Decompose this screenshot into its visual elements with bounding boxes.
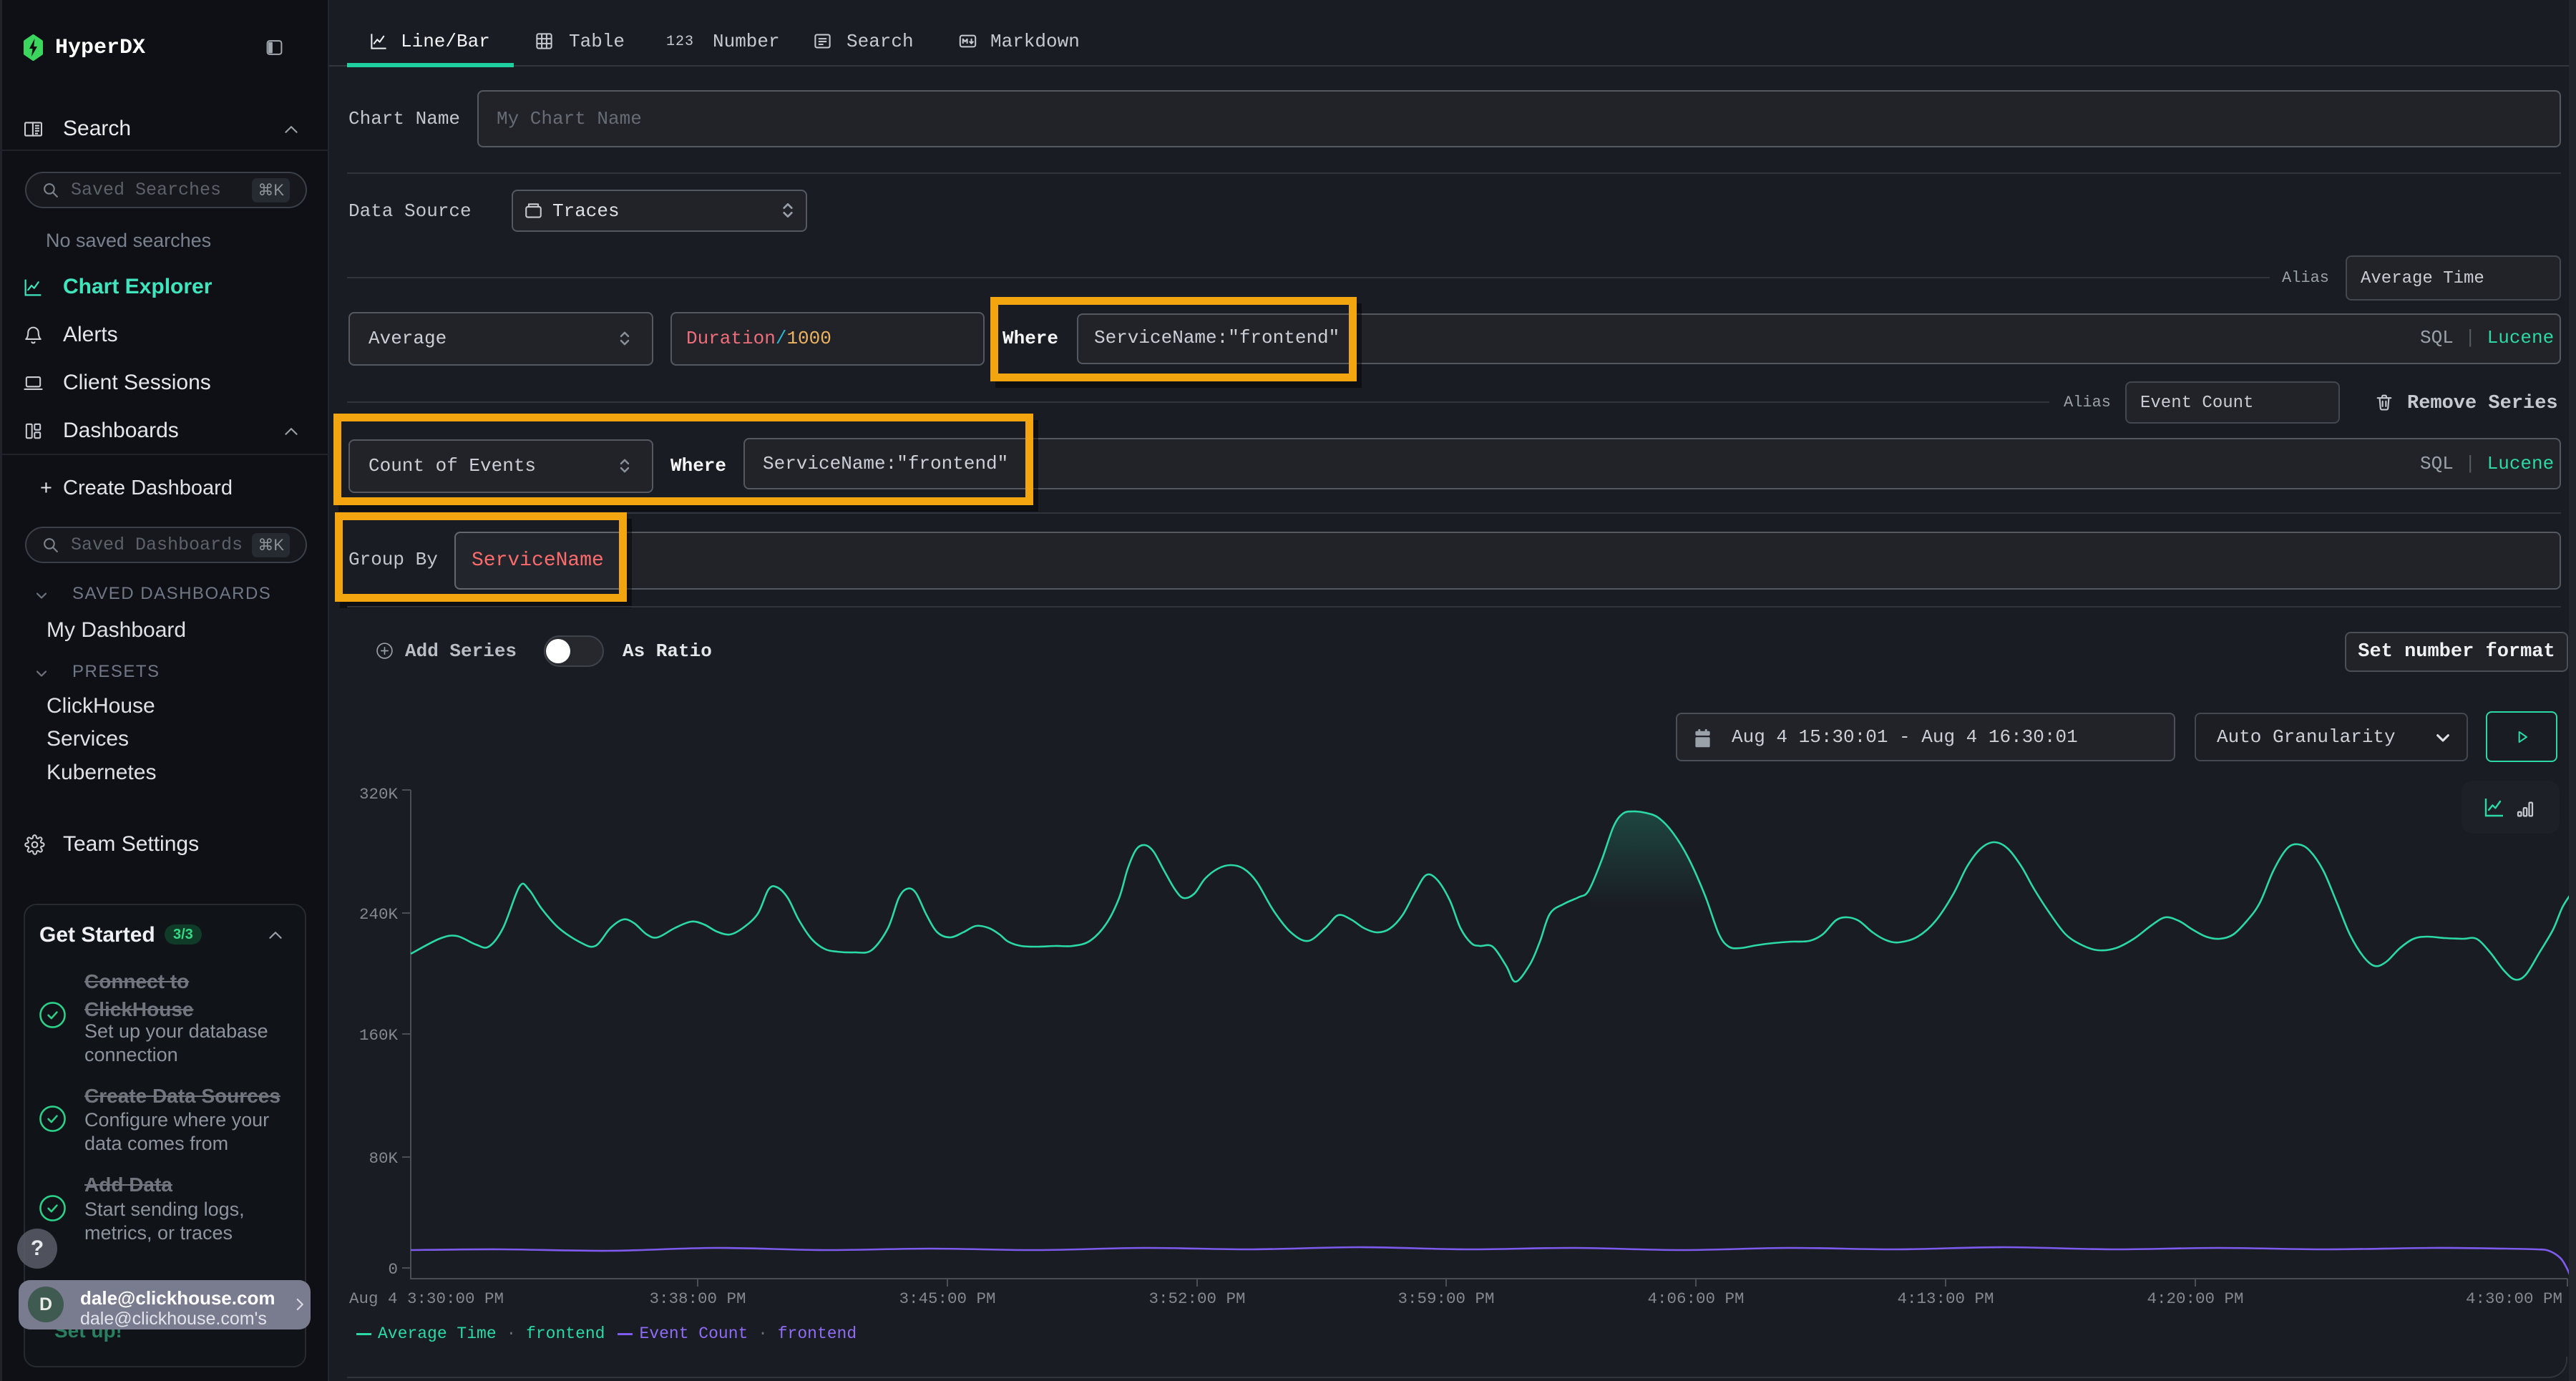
svg-text:3:59:00 PM: 3:59:00 PM	[1397, 1289, 1494, 1308]
svg-text:3:52:00 PM: 3:52:00 PM	[1148, 1289, 1245, 1308]
svg-text:4:13:00 PM: 4:13:00 PM	[1897, 1289, 1994, 1308]
svg-text:160K: 160K	[359, 1026, 399, 1045]
svg-text:240K: 240K	[359, 905, 399, 924]
svg-text:3:38:00 PM: 3:38:00 PM	[649, 1289, 746, 1308]
svg-text:3:45:00 PM: 3:45:00 PM	[899, 1289, 995, 1308]
svg-text:Aug 4 3:30:00 PM: Aug 4 3:30:00 PM	[349, 1289, 504, 1308]
svg-text:4:20:00 PM: 4:20:00 PM	[2147, 1289, 2243, 1308]
svg-text:4:06:00 PM: 4:06:00 PM	[1647, 1289, 1744, 1308]
svg-text:80K: 80K	[369, 1149, 398, 1168]
svg-text:4:30:00 PM: 4:30:00 PM	[2466, 1289, 2562, 1308]
svg-text:320K: 320K	[359, 785, 399, 804]
svg-text:0: 0	[388, 1260, 398, 1279]
